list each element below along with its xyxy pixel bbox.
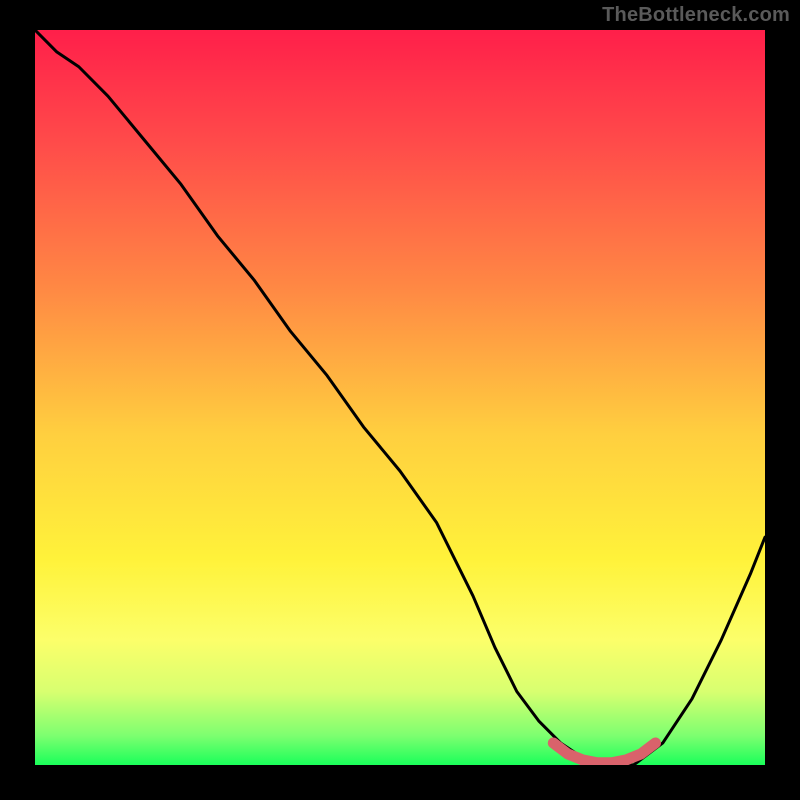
plot-area (35, 30, 765, 765)
chart-frame: TheBottleneck.com (0, 0, 800, 800)
optimal-highlight (553, 743, 655, 763)
curve-layer (35, 30, 765, 765)
bottleneck-curve (35, 30, 765, 765)
attribution-label: TheBottleneck.com (602, 4, 790, 27)
